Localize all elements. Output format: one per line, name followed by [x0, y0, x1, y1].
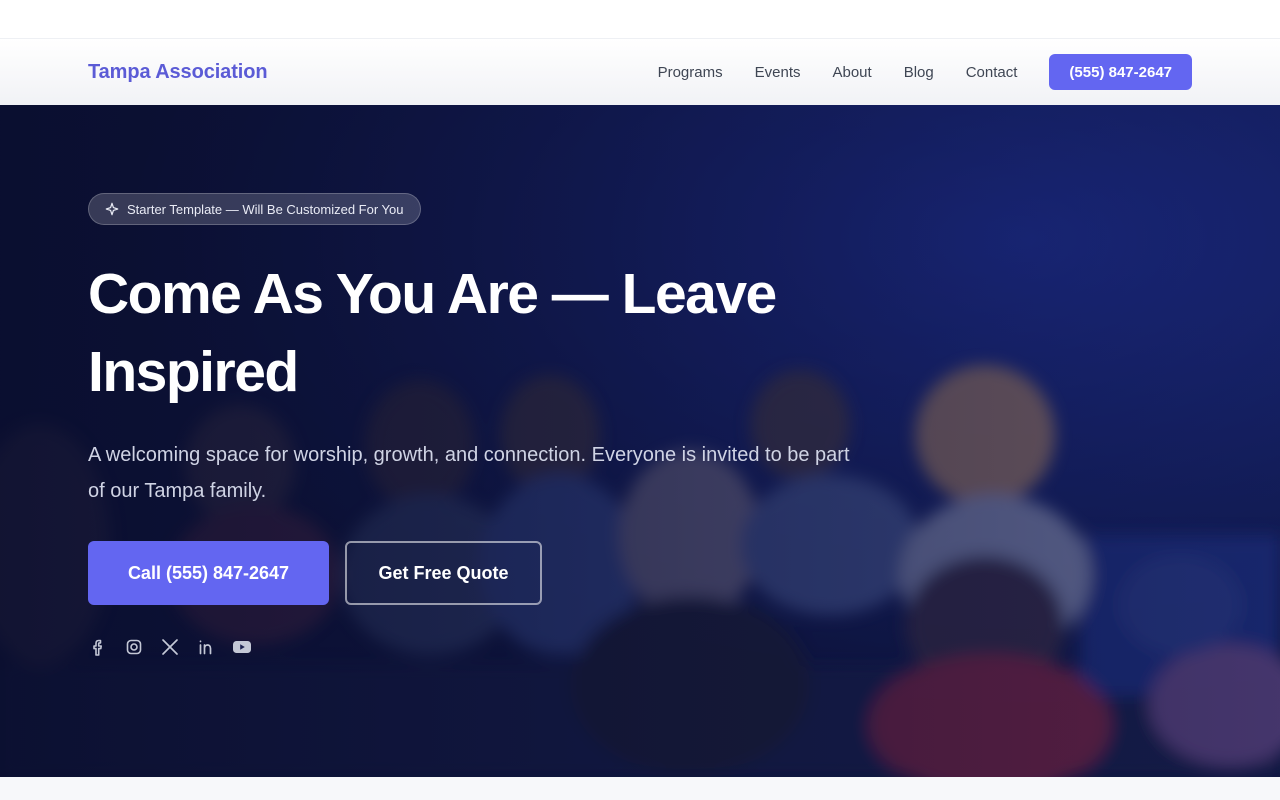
- get-quote-button[interactable]: Get Free Quote: [345, 541, 542, 605]
- nav-events[interactable]: Events: [755, 64, 801, 81]
- youtube-icon[interactable]: [232, 637, 252, 657]
- nav-blog[interactable]: Blog: [904, 64, 934, 81]
- hero-content: Starter Template — Will Be Customized Fo…: [88, 193, 888, 657]
- sparkle-icon: [105, 202, 119, 216]
- hero-section: Starter Template — Will Be Customized Fo…: [0, 105, 1280, 777]
- hero-subtitle: A welcoming space for worship, growth, a…: [88, 444, 850, 502]
- nav-about[interactable]: About: [832, 64, 871, 81]
- social-links: [88, 637, 888, 657]
- top-strip: [0, 0, 1280, 39]
- brand-logo[interactable]: Tampa Association: [88, 61, 268, 84]
- hero-title: Come As You Are — Leave Inspired: [88, 262, 777, 404]
- x-icon[interactable]: [160, 637, 180, 657]
- linkedin-icon[interactable]: [196, 637, 216, 657]
- header-phone-button[interactable]: (555) 847-2647: [1049, 54, 1192, 90]
- facebook-icon[interactable]: [88, 637, 108, 657]
- badge-label: Starter Template — Will Be Customized Fo…: [127, 201, 404, 217]
- nav-contact[interactable]: Contact: [966, 64, 1018, 81]
- nav-programs[interactable]: Programs: [658, 64, 723, 81]
- call-button[interactable]: Call (555) 847-2647: [88, 541, 329, 605]
- instagram-icon[interactable]: [124, 637, 144, 657]
- hero-cta-row: Call (555) 847-2647 Get Free Quote: [88, 541, 888, 605]
- main-nav: Programs Events About Blog Contact (555)…: [626, 54, 1192, 90]
- next-section-edge: [0, 777, 1280, 800]
- template-badge: Starter Template — Will Be Customized Fo…: [88, 193, 421, 225]
- site-header: Tampa Association Programs Events About …: [0, 39, 1280, 105]
